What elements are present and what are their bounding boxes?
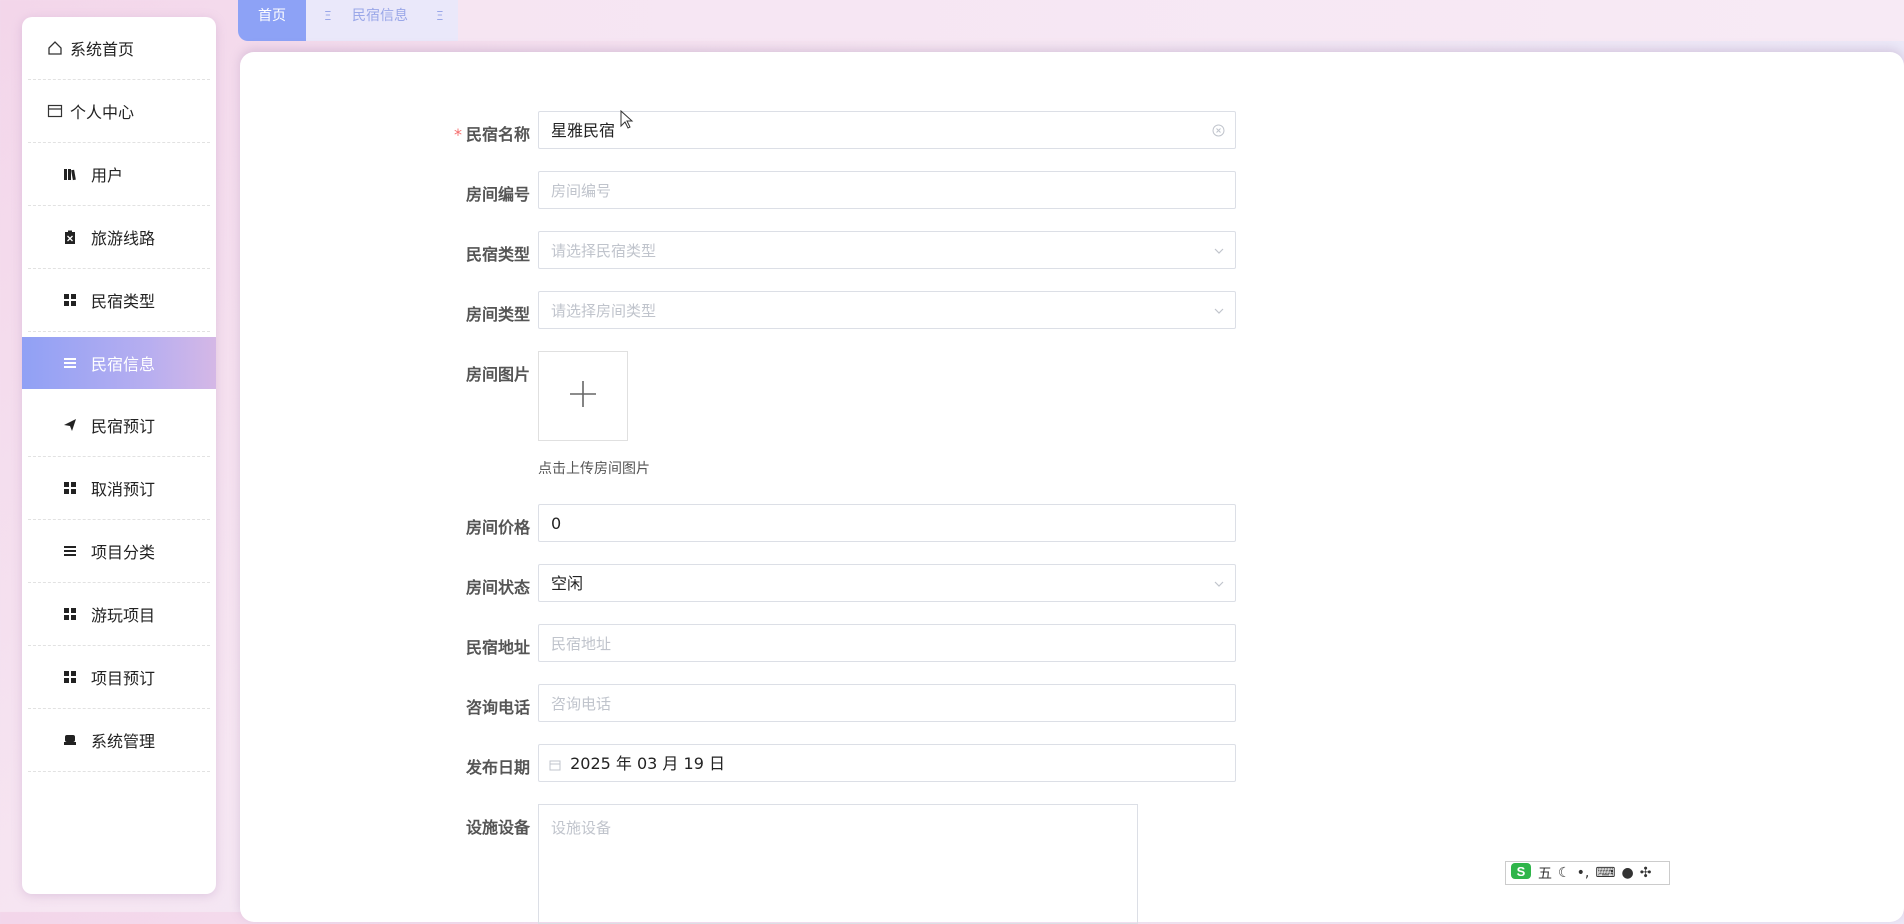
sidebar-item-project-booking[interactable]: 项目预订 — [28, 646, 210, 709]
archive-icon — [61, 731, 79, 749]
tab-bar: 首页 Ξ 民宿信息 Ξ — [238, 0, 1904, 41]
phone-label-wrap: 咨询电话 — [437, 684, 530, 724]
clear-icon[interactable] — [1212, 112, 1225, 150]
svg-text:S: S — [1517, 864, 1526, 879]
room-type-label-wrap: 房间类型 — [437, 291, 530, 331]
facilities-label-wrap: 设施设备 — [437, 804, 530, 844]
facilities-textarea[interactable]: 设施设备 — [538, 804, 1138, 924]
chevron-down-icon — [1213, 565, 1225, 603]
sidebar-item-homestay-type[interactable]: 民宿类型 — [28, 269, 210, 332]
clipboard-icon — [61, 228, 79, 246]
home-icon — [46, 39, 64, 57]
status-select[interactable]: 空闲 — [538, 564, 1236, 602]
sidebar-item-profile[interactable]: 个人中心 — [28, 80, 210, 143]
apps-icon: ✣ — [1639, 865, 1652, 881]
sidebar-item-cancel-booking[interactable]: 取消预订 — [28, 457, 210, 520]
facilities-label: 设施设备 — [465, 818, 530, 837]
room-type-label: 房间类型 — [465, 305, 530, 324]
list-icon — [61, 354, 79, 372]
status-label: 房间状态 — [465, 578, 530, 597]
sidebar-item-label: 旅游线路 — [91, 229, 156, 248]
sidebar-item-users[interactable]: 用户 — [28, 143, 210, 206]
name-label: * 民宿名称 — [453, 125, 530, 144]
ime-mode-label: 五 — [1538, 866, 1552, 882]
ime-toolbar[interactable]: S 五 ☾ •, ⌨ ● ✣ — [1505, 861, 1670, 885]
homestay-type-label-wrap: 民宿类型 — [437, 231, 530, 271]
address-label: 民宿地址 — [465, 638, 530, 657]
sidebar-item-label: 游玩项目 — [91, 606, 156, 625]
date-picker[interactable]: 2025 年 03 月 19 日 — [538, 744, 1236, 782]
sidebar-item-system-management[interactable]: 系统管理 — [28, 709, 210, 772]
tab-current-label: 民宿信息 — [352, 8, 408, 24]
mouse-cursor-icon — [620, 109, 634, 134]
chevron-down-icon — [1213, 292, 1225, 330]
name-label-wrap: * 民宿名称 — [437, 111, 530, 151]
address-label-wrap: 民宿地址 — [437, 624, 530, 664]
keyboard-icon: ⌨ — [1595, 865, 1616, 881]
sidebar-item-label: 系统首页 — [70, 40, 135, 59]
grid-icon — [61, 605, 79, 623]
chevron-down-icon — [1213, 232, 1225, 270]
sidebar-item-label: 用户 — [91, 166, 124, 185]
tab-home[interactable]: 首页 — [238, 0, 306, 41]
room-image-label-wrap: 房间图片 — [437, 351, 530, 391]
send-icon — [61, 416, 79, 434]
phone-input[interactable]: 咨询电话 — [538, 684, 1236, 722]
room-no-label-wrap: 房间编号 — [437, 171, 530, 211]
room-no-input[interactable]: 房间编号 — [538, 171, 1236, 209]
sidebar-item-label: 民宿信息 — [91, 355, 156, 374]
ime-logo-icon: S — [1510, 862, 1532, 884]
room-no-label: 房间编号 — [465, 185, 530, 204]
name-input[interactable]: 星雅民宿 — [538, 111, 1236, 149]
room-image-label: 房间图片 — [465, 365, 530, 384]
homestay-type-select[interactable]: 请选择民宿类型 — [538, 231, 1236, 269]
sidebar-item-label: 个人中心 — [70, 103, 135, 122]
punctuation-icon: •, — [1576, 865, 1590, 881]
tab-current[interactable]: Ξ 民宿信息 Ξ — [306, 0, 458, 41]
profile-card-icon — [46, 102, 64, 120]
status-label-wrap: 房间状态 — [437, 564, 530, 604]
required-mark: * — [453, 125, 462, 144]
upload-tip: 点击上传房间图片 — [538, 461, 650, 477]
sidebar-item-label: 民宿类型 — [91, 292, 156, 311]
date-label: 发布日期 — [465, 758, 530, 777]
grid-icon — [61, 479, 79, 497]
sidebar-item-project-category[interactable]: 项目分类 — [28, 520, 210, 583]
date-label-wrap: 发布日期 — [437, 744, 530, 784]
image-upload-button[interactable] — [538, 351, 628, 441]
room-type-select[interactable]: 请选择房间类型 — [538, 291, 1236, 329]
grid-icon — [61, 668, 79, 686]
tab-close-icon[interactable]: Ξ — [436, 0, 444, 33]
sidebar-item-homestay-info[interactable]: 民宿信息 — [22, 337, 216, 389]
list-icon — [61, 542, 79, 560]
sidebar-item-routes[interactable]: 旅游线路 — [28, 206, 210, 269]
sidebar-item-label: 取消预订 — [91, 480, 156, 499]
price-label: 房间价格 — [465, 518, 530, 537]
sidebar-item-label: 民宿预订 — [91, 417, 156, 436]
price-input[interactable]: 0 — [538, 504, 1236, 542]
sidebar-item-label: 系统管理 — [91, 732, 156, 751]
price-label-wrap: 房间价格 — [437, 504, 530, 544]
sidebar-item-home[interactable]: 系统首页 — [28, 17, 210, 80]
sidebar-item-play-projects[interactable]: 游玩项目 — [28, 583, 210, 646]
library-icon — [61, 165, 79, 183]
moon-icon: ☾ — [1558, 865, 1571, 881]
plus-icon — [568, 379, 598, 413]
tab-menu-icon: Ξ — [324, 9, 332, 23]
calendar-icon — [549, 754, 566, 773]
homestay-type-label: 民宿类型 — [465, 245, 530, 264]
sidebar: 系统首页 个人中心 用户 旅游线路 民宿类型 民宿信息 民宿预订 取消预订 项目… — [22, 17, 216, 894]
user-icon: ● — [1621, 865, 1634, 881]
sidebar-item-label: 项目分类 — [91, 543, 156, 562]
address-input[interactable]: 民宿地址 — [538, 624, 1236, 662]
sidebar-item-booking[interactable]: 民宿预订 — [28, 394, 210, 457]
phone-label: 咨询电话 — [465, 698, 530, 717]
sidebar-item-label: 项目预订 — [91, 669, 156, 688]
grid-icon — [61, 291, 79, 309]
